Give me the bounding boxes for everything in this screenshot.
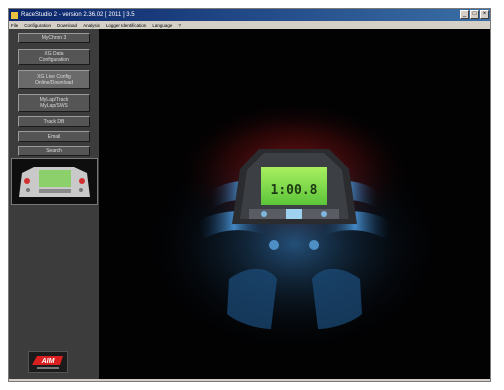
- window-title: RaceStudio 2 - version 2.36.02 [ 2011 ] …: [21, 12, 135, 18]
- device-thumbnail[interactable]: [11, 158, 98, 205]
- minimize-button[interactable]: _: [460, 10, 469, 19]
- aim-logo: AIM: [28, 351, 68, 373]
- menu-language[interactable]: Language: [152, 23, 172, 28]
- app-icon: [11, 11, 18, 19]
- menu-download[interactable]: Download: [57, 23, 77, 28]
- sidebar-button-sublabel: Online/Download: [34, 79, 74, 86]
- title-bar: RaceStudio 2 - version 2.36.02 [ 2011 ] …: [9, 9, 490, 21]
- menu-file[interactable]: File: [11, 23, 18, 28]
- sidebar: MyChron 3 XG Data Configuration XG Live …: [9, 29, 99, 381]
- logo-text: AIM: [41, 358, 55, 365]
- sidebar-button-label: Search: [46, 148, 62, 154]
- device-lcd-readout: 1:00.8: [271, 183, 318, 198]
- sidebar-button-label: Email: [47, 133, 61, 140]
- sidebar-button-xg-data[interactable]: XG Data Configuration: [18, 49, 90, 65]
- sidebar-button-mychron[interactable]: MyChron 3: [18, 33, 90, 43]
- app-window: RaceStudio 2 - version 2.36.02 [ 2011 ] …: [8, 8, 491, 382]
- sidebar-button-mylap[interactable]: MyLap/Track MyLap/SWS: [18, 94, 90, 112]
- menu-configuration[interactable]: Configuration: [24, 23, 51, 28]
- sidebar-button-sublabel: Configuration: [39, 57, 69, 63]
- menu-logger-identification[interactable]: Logger Identification: [106, 23, 147, 28]
- aim-logo-icon: AIM: [29, 352, 67, 372]
- menu-bar: File Configuration Download Analysis Log…: [9, 21, 490, 29]
- main-view: 1:00.8: [99, 29, 490, 381]
- window-controls: _ □ ×: [460, 10, 489, 19]
- maximize-button[interactable]: □: [470, 10, 479, 19]
- sidebar-button-label: MyChron 3: [41, 35, 67, 41]
- device-hero-image: 1:00.8: [99, 29, 490, 381]
- sidebar-button-search[interactable]: Search: [18, 146, 90, 156]
- sidebar-button-xg-live-config[interactable]: XG Live Config Online/Download: [18, 70, 90, 89]
- sidebar-button-track-db[interactable]: Track DB: [18, 116, 90, 127]
- menu-help[interactable]: ?: [178, 23, 181, 28]
- device-thumbnail-icon: [12, 159, 97, 204]
- menu-analysis[interactable]: Analysis: [83, 23, 100, 28]
- sidebar-button-label: Track DB: [43, 118, 65, 125]
- status-bar: [9, 379, 490, 381]
- sidebar-button-email[interactable]: Email: [18, 131, 90, 142]
- close-button[interactable]: ×: [480, 10, 489, 19]
- sidebar-button-sublabel: MyLap/SWS: [40, 103, 68, 109]
